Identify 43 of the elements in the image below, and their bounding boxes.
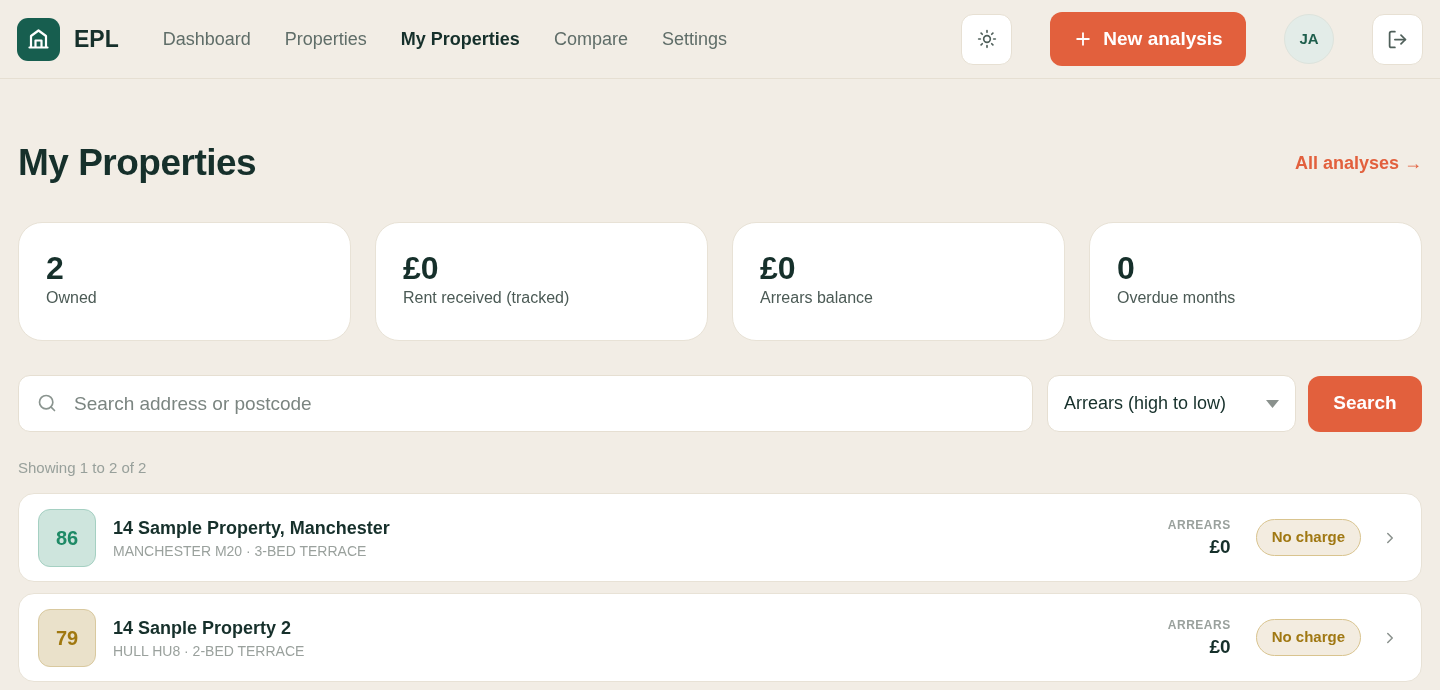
stat-label: Rent received (tracked) bbox=[403, 288, 571, 308]
stat-value: 0 bbox=[1117, 250, 1136, 286]
nav-link[interactable]: Settings bbox=[661, 25, 727, 53]
arrears-value: £0 bbox=[1209, 534, 1231, 559]
score-badge: 79 bbox=[38, 608, 96, 667]
property-title: 14 Sample Property, Manchester bbox=[113, 516, 390, 540]
page-title: My Properties bbox=[18, 141, 257, 185]
nav-link[interactable]: Compare bbox=[553, 25, 628, 53]
house-logo-icon bbox=[17, 17, 60, 61]
caret-icon bbox=[1266, 399, 1279, 408]
theme-toggle-button[interactable] bbox=[961, 13, 1012, 65]
stat-value: 2 bbox=[46, 250, 65, 286]
all-analyses-link[interactable]: All analyses → bbox=[1294, 149, 1422, 177]
results-summary: Showing 1 to 2 of 2 bbox=[18, 458, 147, 478]
score-badge: 86 bbox=[38, 508, 96, 567]
logout-button[interactable] bbox=[1372, 13, 1423, 65]
nav-link[interactable]: My Properties bbox=[400, 25, 520, 53]
property-row[interactable]: 79 14 Sanple Property 2 HULL HU8 · 2-BED TERRACE ARREARS £0 No charge bbox=[18, 593, 1422, 682]
stat-label: Arrears balance bbox=[760, 288, 874, 308]
logout-icon bbox=[1387, 28, 1408, 50]
user-avatar[interactable]: JA bbox=[1284, 14, 1334, 64]
stat-value: £0 bbox=[403, 250, 440, 286]
nav-link[interactable]: Dashboard bbox=[162, 25, 251, 53]
sun-icon bbox=[976, 29, 997, 49]
arrears-value: £0 bbox=[1209, 634, 1231, 659]
status-badge: No charge bbox=[1255, 619, 1361, 656]
logo-text: EPL bbox=[74, 24, 119, 54]
search-icon bbox=[37, 393, 57, 413]
stat-label: Owned bbox=[46, 288, 98, 308]
stat-label: Overdue months bbox=[1117, 288, 1237, 308]
property-subtitle: MANCHESTER M20 · 3-BED TERRACE bbox=[113, 541, 368, 560]
arrears-label: ARREARS bbox=[1167, 516, 1231, 533]
new-analysis-button[interactable]: New analysis bbox=[1050, 12, 1246, 66]
nav-link[interactable]: Properties bbox=[284, 25, 367, 53]
property-row[interactable]: 86 14 Sample Property, Manchester MANCHESTER M20 · 3-BED TERRACE ARREARS £0 No charge bbox=[18, 493, 1422, 582]
sort-select[interactable]: Arrears (high to low) bbox=[1047, 375, 1296, 432]
property-subtitle: HULL HU8 · 2-BED TERRACE bbox=[113, 641, 305, 660]
status-badge: No charge bbox=[1255, 519, 1361, 556]
property-title: 14 Sanple Property 2 bbox=[113, 616, 293, 640]
stat-value: £0 bbox=[760, 250, 797, 286]
arrears-label: ARREARS bbox=[1167, 616, 1231, 633]
search-field[interactable]: Search address or postcode bbox=[18, 375, 1033, 432]
search-button[interactable]: Search bbox=[1308, 375, 1422, 432]
